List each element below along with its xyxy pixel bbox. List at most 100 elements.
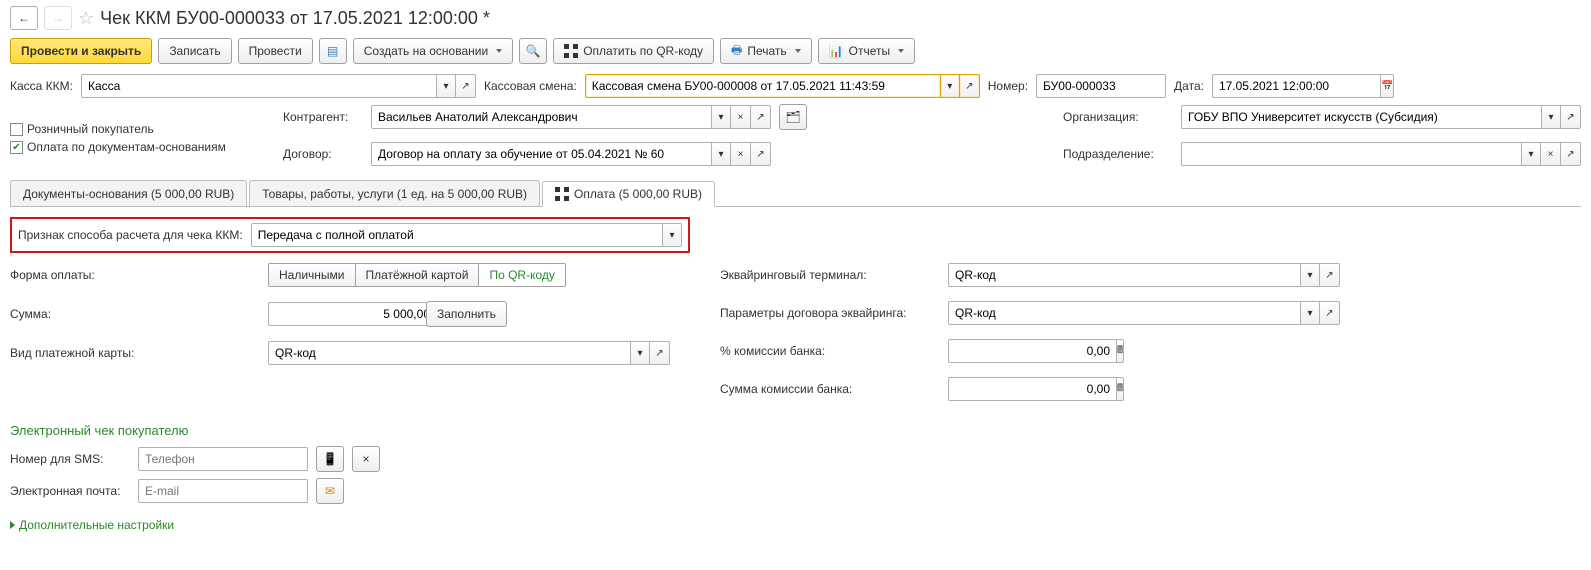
acq-params-input[interactable] <box>948 301 1300 325</box>
clear-button[interactable]: × <box>731 142 751 166</box>
kassa-input-group[interactable]: ▾ ↗ <box>81 74 476 98</box>
dropdown-button[interactable]: ▾ <box>630 341 650 365</box>
registers-button[interactable]: ▤ <box>319 38 347 64</box>
qr-icon <box>564 44 578 58</box>
post-button[interactable]: Провести <box>238 38 313 64</box>
search-button[interactable]: 🔍 <box>519 38 547 64</box>
contragent-input[interactable] <box>371 105 711 129</box>
terminal-input-group[interactable]: ▾ ↗ <box>948 263 1340 287</box>
clear-button[interactable]: × <box>731 105 751 129</box>
shift-input-group[interactable]: ▾ ↗ <box>585 74 980 98</box>
chevron-down-icon <box>898 49 904 53</box>
back-button[interactable]: ← <box>10 6 38 30</box>
comm-sum-input[interactable] <box>948 377 1116 401</box>
comm-pct-input-group[interactable]: 🖩 <box>948 339 1008 363</box>
card-type-label: Вид платежной карты: <box>10 346 260 360</box>
pay-by-docs-checkbox[interactable]: ✔ Оплата по документам-основаниям <box>10 140 275 154</box>
page-title: Чек ККМ БУ00-000033 от 17.05.2021 12:00:… <box>100 8 490 29</box>
create-based-on-button[interactable]: Создать на основании <box>353 38 514 64</box>
favorite-star-icon[interactable]: ☆ <box>78 8 94 29</box>
more-settings-toggle[interactable]: Дополнительные настройки <box>10 518 1581 532</box>
comm-sum-label: Сумма комиссии банка: <box>720 382 940 396</box>
clear-button[interactable]: × <box>1541 142 1561 166</box>
org-input-group[interactable]: ▾ ↗ <box>1181 105 1581 129</box>
card-type-input-group[interactable]: ▾ ↗ <box>268 341 670 365</box>
email-label: Электронная почта: <box>10 484 130 498</box>
qr-icon <box>555 187 569 201</box>
tab-documents[interactable]: Документы-основания (5 000,00 RUB) <box>10 180 247 206</box>
envelope-icon: ✉ <box>325 484 335 498</box>
dropdown-button[interactable]: ▾ <box>940 74 960 98</box>
org-input[interactable] <box>1181 105 1541 129</box>
calculator-button[interactable]: 🖩 <box>1116 377 1124 401</box>
calc-sign-input-group[interactable]: ▾ <box>251 223 682 247</box>
open-button[interactable]: ↗ <box>1561 142 1581 166</box>
chevron-down-icon <box>795 49 801 53</box>
acq-params-input-group[interactable]: ▾ ↗ <box>948 301 1340 325</box>
sms-input[interactable] <box>138 447 308 471</box>
dropdown-button[interactable]: ▾ <box>711 105 731 129</box>
sum-input-group[interactable]: 🖩 <box>268 302 418 326</box>
dropdown-button[interactable]: ▾ <box>1300 263 1320 287</box>
sum-input[interactable] <box>268 302 436 326</box>
tab-payment[interactable]: Оплата (5 000,00 RUB) <box>542 181 715 207</box>
contragent-input-group[interactable]: ▾ × ↗ <box>371 105 771 129</box>
calc-sign-label: Признак способа расчета для чека ККМ: <box>18 228 243 242</box>
email-button[interactable]: ✉ <box>316 478 344 504</box>
terminal-input[interactable] <box>948 263 1300 287</box>
calc-sign-input[interactable] <box>251 223 662 247</box>
number-label: Номер: <box>988 79 1028 93</box>
fill-button[interactable]: Заполнить <box>426 301 507 327</box>
shift-input[interactable] <box>585 74 940 98</box>
tab-goods[interactable]: Товары, работы, услуги (1 ед. на 5 000,0… <box>249 180 540 206</box>
echeck-title: Электронный чек покупателю <box>10 423 1581 438</box>
save-button[interactable]: Записать <box>158 38 231 64</box>
date-input[interactable] <box>1212 74 1380 98</box>
contract-input-group[interactable]: ▾ × ↗ <box>371 142 771 166</box>
printer-icon: 🖶 <box>731 41 742 62</box>
post-and-close-button[interactable]: Провести и закрыть <box>10 38 152 64</box>
division-input[interactable] <box>1181 142 1521 166</box>
date-input-group[interactable]: 📅 <box>1212 74 1392 98</box>
number-input[interactable] <box>1036 74 1166 98</box>
reports-button[interactable]: 📊Отчеты <box>818 38 915 64</box>
open-button[interactable]: ↗ <box>751 105 771 129</box>
contragent-card-button[interactable]: 🗂 <box>779 104 807 130</box>
clear-sms-button[interactable]: × <box>352 446 380 472</box>
division-input-group[interactable]: ▾ × ↗ <box>1181 142 1581 166</box>
chevron-down-icon <box>496 49 502 53</box>
pay-option-qr[interactable]: По QR-коду <box>479 264 564 286</box>
dropdown-button[interactable]: ▾ <box>711 142 731 166</box>
open-button[interactable]: ↗ <box>751 142 771 166</box>
sum-label: Сумма: <box>10 307 260 321</box>
dropdown-button[interactable]: ▾ <box>1541 105 1561 129</box>
pay-option-card[interactable]: Платёжной картой <box>356 264 480 286</box>
pay-option-cash[interactable]: Наличными <box>269 264 356 286</box>
pay-qr-button[interactable]: Оплатить по QR-коду <box>553 38 714 64</box>
print-button[interactable]: 🖶Печать <box>720 38 812 64</box>
comm-pct-input[interactable] <box>948 339 1116 363</box>
open-button[interactable]: ↗ <box>1320 263 1340 287</box>
card-type-input[interactable] <box>268 341 630 365</box>
dropdown-button[interactable]: ▾ <box>1300 301 1320 325</box>
dropdown-button[interactable]: ▾ <box>662 223 682 247</box>
open-button[interactable]: ↗ <box>650 341 670 365</box>
dropdown-button[interactable]: ▾ <box>1521 142 1541 166</box>
open-button[interactable]: ↗ <box>1320 301 1340 325</box>
tabs: Документы-основания (5 000,00 RUB) Товар… <box>10 180 1581 207</box>
retail-buyer-checkbox[interactable]: Розничный покупатель <box>10 122 275 136</box>
open-button[interactable]: ↗ <box>1561 105 1581 129</box>
contract-input[interactable] <box>371 142 711 166</box>
chart-icon: 📊 <box>829 44 844 58</box>
open-button[interactable]: ↗ <box>456 74 476 98</box>
phone-button[interactable]: 📱 <box>316 446 344 472</box>
calculator-button[interactable]: 🖩 <box>1116 339 1124 363</box>
dropdown-button[interactable]: ▾ <box>436 74 456 98</box>
kassa-input[interactable] <box>81 74 436 98</box>
comm-sum-input-group[interactable]: 🖩 <box>948 377 1088 401</box>
calendar-button[interactable]: 📅 <box>1380 74 1394 98</box>
close-icon: × <box>362 452 369 466</box>
open-button[interactable]: ↗ <box>960 74 980 98</box>
email-input[interactable] <box>138 479 308 503</box>
forward-button[interactable]: → <box>44 6 72 30</box>
